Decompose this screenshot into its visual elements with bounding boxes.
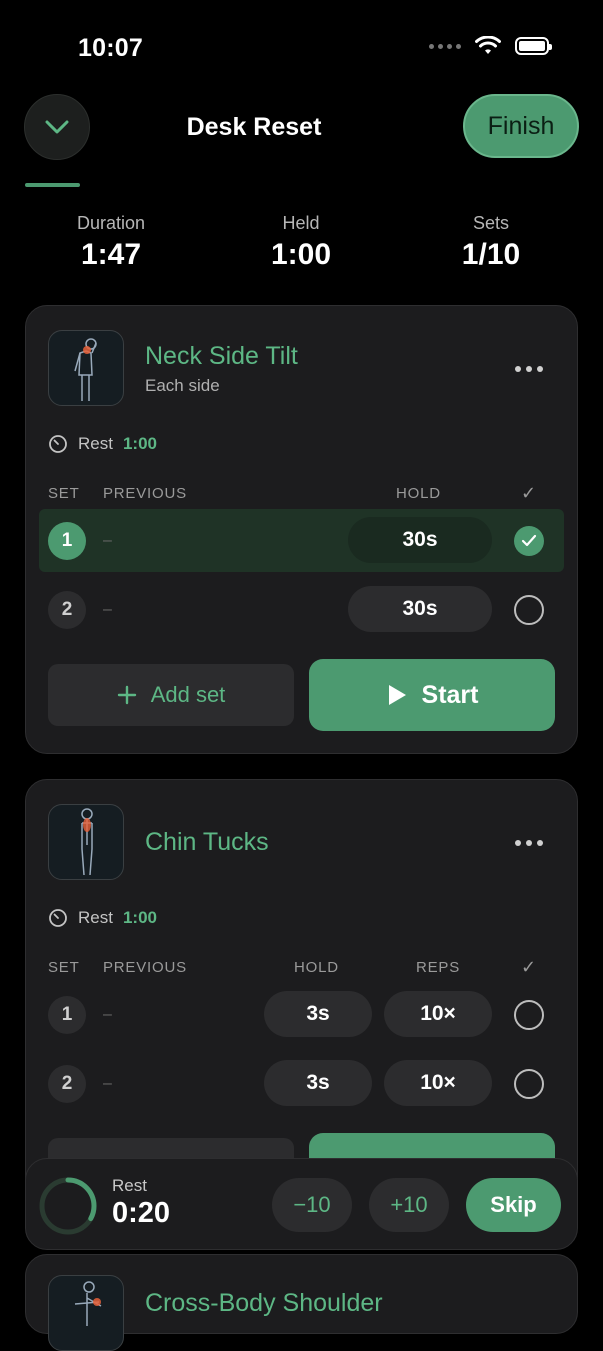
column-header-set: SET bbox=[48, 485, 80, 502]
hold-input[interactable]: 30s bbox=[348, 586, 492, 632]
column-header-previous: PREVIOUS bbox=[103, 959, 187, 976]
add-set-button[interactable]: Add set bbox=[48, 664, 294, 726]
rest-timer-setting[interactable]: Rest 1:00 bbox=[48, 908, 157, 928]
more-options-icon[interactable] bbox=[515, 366, 543, 372]
play-icon bbox=[388, 685, 406, 705]
finish-button[interactable]: Finish bbox=[463, 94, 579, 158]
body-figure-icon bbox=[81, 808, 93, 876]
rest-progress-ring bbox=[39, 1177, 97, 1235]
workout-title: Desk Reset bbox=[186, 113, 322, 141]
reps-input[interactable]: 10× bbox=[384, 991, 492, 1037]
set-number-badge[interactable]: 1 bbox=[48, 996, 86, 1034]
stat-label: Held bbox=[282, 213, 320, 233]
checkmark-icon bbox=[521, 534, 537, 547]
column-header-check: ✓ bbox=[521, 483, 537, 503]
stat-held: Held 1:00 bbox=[221, 213, 381, 272]
rest-value: 1:00 bbox=[122, 434, 157, 453]
previous-value: – bbox=[103, 532, 112, 549]
exercise-thumbnail[interactable] bbox=[48, 804, 124, 880]
column-header-previous: PREVIOUS bbox=[103, 485, 187, 502]
set-complete-checkbox[interactable] bbox=[514, 595, 544, 625]
previous-value: – bbox=[103, 1075, 112, 1092]
rest-label: Rest bbox=[78, 434, 113, 453]
exercise-name[interactable]: Chin Tucks bbox=[145, 828, 269, 857]
status-time: 10:07 bbox=[78, 34, 143, 62]
skip-button[interactable]: Skip bbox=[466, 1178, 561, 1232]
subtract-10-button[interactable]: −10 bbox=[272, 1178, 352, 1232]
column-header-hold: HOLD bbox=[294, 959, 339, 976]
set-number-badge[interactable]: 1 bbox=[48, 522, 86, 560]
body-figure-icon bbox=[74, 1281, 102, 1326]
exercise-card: Chin Tucks Rest 1:00 SET PREVIOUS HOLD R… bbox=[25, 779, 578, 1200]
hold-input[interactable]: 3s bbox=[264, 991, 372, 1037]
rest-timer-bar: Rest 0:20 −10 +10 Skip bbox=[25, 1158, 578, 1250]
column-header-check: ✓ bbox=[521, 957, 537, 977]
stat-value: 1:00 bbox=[270, 238, 332, 271]
add-set-label: Add set bbox=[150, 682, 226, 707]
exercise-card: Cross-Body Shoulder bbox=[25, 1254, 578, 1351]
hold-input[interactable]: 3s bbox=[264, 1060, 372, 1106]
battery-icon bbox=[515, 37, 552, 55]
timer-icon bbox=[49, 435, 67, 453]
status-icons bbox=[429, 36, 552, 56]
set-complete-checkbox[interactable] bbox=[514, 526, 544, 556]
set-complete-checkbox[interactable] bbox=[514, 1069, 544, 1099]
column-header-reps: REPS bbox=[416, 959, 461, 976]
reps-input[interactable]: 10× bbox=[384, 1060, 492, 1106]
exercise-card: Neck Side Tilt Each side Rest 1:00 SET P… bbox=[25, 305, 578, 754]
stat-sets: Sets 1/10 bbox=[411, 213, 571, 272]
exercise-subtitle: Each side bbox=[145, 376, 220, 395]
plus-icon bbox=[117, 685, 136, 705]
set-complete-checkbox[interactable] bbox=[514, 1000, 544, 1030]
previous-value: – bbox=[103, 1006, 112, 1023]
previous-value: – bbox=[103, 601, 112, 618]
exercise-thumbnail[interactable] bbox=[48, 330, 124, 406]
start-label: Start bbox=[421, 680, 479, 709]
drag-indicator[interactable] bbox=[25, 183, 80, 187]
start-button[interactable]: Start bbox=[309, 659, 555, 731]
column-header-hold: HOLD bbox=[396, 485, 441, 502]
body-figure-icon bbox=[74, 338, 97, 401]
exercise-thumbnail[interactable] bbox=[48, 1275, 124, 1351]
stat-value: 1:47 bbox=[80, 238, 142, 271]
stat-duration: Duration 1:47 bbox=[31, 213, 191, 272]
stat-label: Duration bbox=[76, 213, 146, 233]
rest-value: 1:00 bbox=[122, 908, 157, 927]
rest-timer-value: 0:20 bbox=[112, 1197, 171, 1229]
exercise-name[interactable]: Cross-Body Shoulder bbox=[145, 1289, 383, 1318]
hold-input[interactable]: 30s bbox=[348, 517, 492, 563]
exercise-name[interactable]: Neck Side Tilt bbox=[145, 342, 298, 371]
rest-timer-label: Rest bbox=[112, 1176, 147, 1195]
set-number-badge[interactable]: 2 bbox=[48, 591, 86, 629]
cellular-signal-icon bbox=[429, 43, 461, 49]
rest-timer-setting[interactable]: Rest 1:00 bbox=[48, 434, 157, 454]
stat-label: Sets bbox=[472, 213, 510, 233]
add-10-button[interactable]: +10 bbox=[369, 1178, 449, 1232]
wifi-icon bbox=[475, 36, 501, 54]
column-header-set: SET bbox=[48, 959, 80, 976]
more-options-icon[interactable] bbox=[515, 840, 543, 846]
rest-label: Rest bbox=[78, 908, 113, 927]
stat-value: 1/10 bbox=[461, 238, 521, 271]
timer-icon bbox=[49, 909, 67, 927]
set-number-badge[interactable]: 2 bbox=[48, 1065, 86, 1103]
